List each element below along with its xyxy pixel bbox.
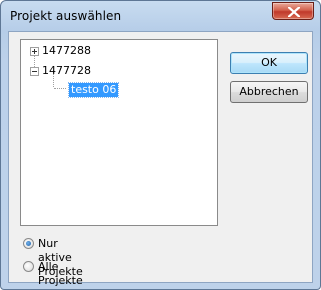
close-icon: [288, 7, 300, 17]
tree-node-label: 1477288: [42, 44, 91, 57]
tree-connector: [54, 88, 66, 89]
close-button[interactable]: [272, 2, 314, 20]
cancel-button[interactable]: Abbrechen: [230, 81, 308, 103]
ok-button[interactable]: OK: [230, 52, 308, 74]
window-title: Projekt auswählen: [10, 9, 122, 23]
project-tree[interactable]: 1477288 1477728 testo 06: [20, 39, 218, 226]
title-bar[interactable]: Projekt auswählen: [1, 1, 320, 31]
expand-plus-icon[interactable]: [30, 47, 39, 56]
radio-unchecked-icon[interactable]: [23, 261, 34, 272]
tree-node-label: 1477728: [42, 64, 91, 77]
tree-node-testo-06[interactable]: testo 06: [67, 82, 120, 98]
dialog-window: Projekt auswählen 1477288 1477728 testo …: [0, 0, 321, 290]
collapse-minus-icon[interactable]: [30, 67, 39, 76]
radio-checked-icon[interactable]: [23, 238, 34, 249]
radio-label: Alle Projekte: [38, 260, 83, 287]
